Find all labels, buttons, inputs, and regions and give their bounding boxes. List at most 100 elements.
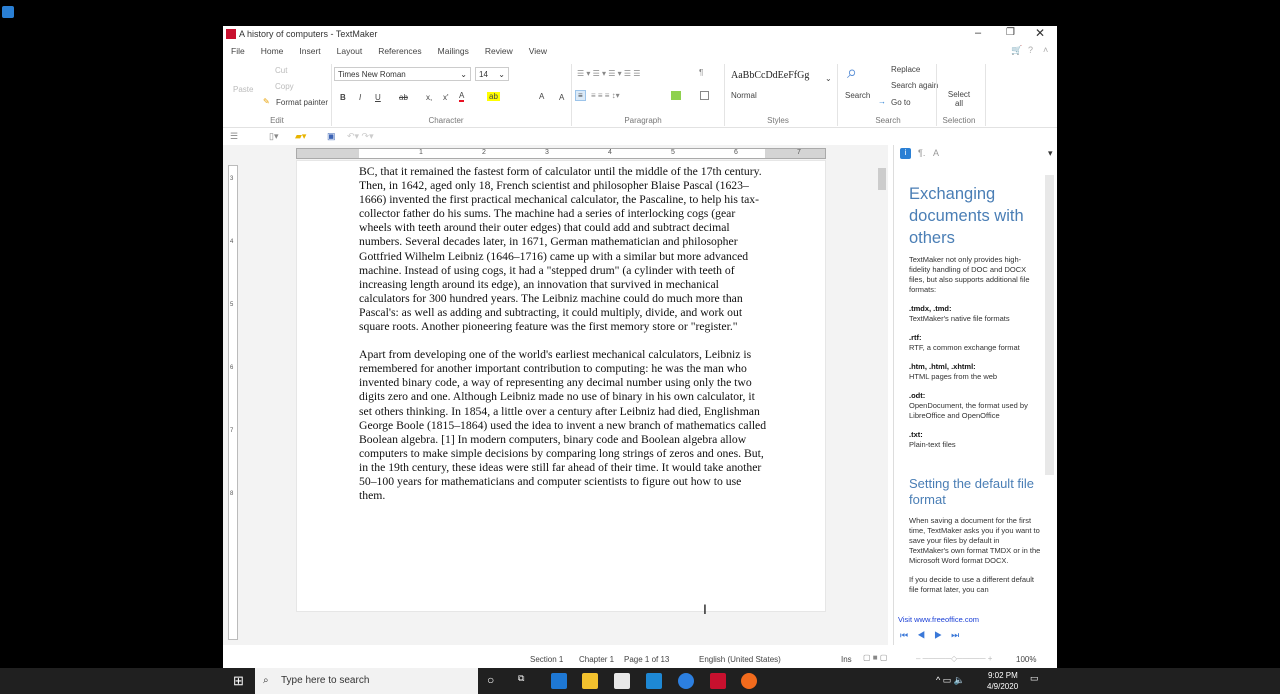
firefox-icon[interactable] bbox=[741, 673, 757, 689]
style-preview[interactable]: AaBbCcDdEeFfGg bbox=[731, 70, 809, 81]
clock-time[interactable]: 9:02 PM bbox=[988, 671, 1018, 680]
paragraph-tab-icon[interactable]: ¶. bbox=[918, 148, 925, 158]
zoom-slider[interactable]: – ─────◇───── + bbox=[916, 654, 992, 663]
search-button[interactable]: Search bbox=[845, 91, 870, 100]
menu-icon[interactable]: ☰ bbox=[230, 131, 238, 142]
prev-page-icon[interactable]: ◀ bbox=[917, 630, 934, 640]
vertical-ruler[interactable]: 3 4 5 6 7 8 bbox=[228, 165, 238, 640]
status-language[interactable]: English (United States) bbox=[699, 655, 781, 664]
menu-references[interactable]: References bbox=[370, 43, 429, 59]
textmaker-taskbar-icon[interactable] bbox=[710, 673, 726, 689]
collapse-ribbon-icon[interactable]: ˄ bbox=[1043, 45, 1048, 55]
styles-expand-icon[interactable]: ⌄ bbox=[825, 74, 832, 83]
bold-button[interactable]: B bbox=[340, 93, 346, 102]
cortana-icon[interactable]: ○ bbox=[487, 673, 494, 687]
style-normal[interactable]: Normal bbox=[731, 91, 757, 100]
view-mode-buttons[interactable]: ▢ ■ ▢ bbox=[863, 653, 887, 662]
panel-heading: Exchanging documents with others bbox=[909, 185, 1024, 247]
document-text[interactable]: BC, that it remained the fastest form of… bbox=[359, 165, 767, 517]
close-button[interactable]: ✕ bbox=[1035, 26, 1045, 40]
document-page[interactable]: BC, that it remained the fastest form of… bbox=[296, 160, 826, 612]
vertical-scrollbar[interactable] bbox=[878, 150, 888, 640]
info-tab-icon[interactable]: i bbox=[900, 148, 911, 159]
search-again-button[interactable]: Search again bbox=[891, 81, 938, 90]
document-area: 1 2 3 4 5 6 7 3 4 5 6 7 8 BC, that it remained the … bbox=[223, 145, 888, 645]
menu-review[interactable]: Review bbox=[477, 43, 521, 59]
shading-button[interactable] bbox=[671, 91, 681, 100]
status-section: Section 1 bbox=[530, 655, 564, 664]
strikethrough-button[interactable]: ab bbox=[399, 93, 408, 102]
font-size-select[interactable]: 14 ⌄ bbox=[475, 67, 509, 81]
undo-icon[interactable]: ↶▾ ↷▾ bbox=[347, 131, 374, 142]
save-icon[interactable]: ▣ bbox=[327, 131, 336, 142]
menu-home[interactable]: Home bbox=[253, 43, 292, 59]
taskbar-search[interactable]: ⌕ Type here to search bbox=[255, 668, 478, 694]
panel-heading-2: Setting the default file format bbox=[909, 476, 1035, 507]
goto-button[interactable]: Go to bbox=[891, 98, 911, 107]
paragraph[interactable]: Apart from developing one of the world's… bbox=[359, 348, 767, 503]
ruler-tick: 6 bbox=[230, 365, 234, 371]
font-color-button[interactable]: A bbox=[459, 91, 465, 102]
format-ext: .tmdx, .tmd: bbox=[909, 304, 952, 313]
freeoffice-link[interactable]: Visit www.freeoffice.com bbox=[898, 615, 979, 624]
menu-layout[interactable]: Layout bbox=[329, 43, 371, 59]
new-document-icon[interactable]: ▯▾ bbox=[269, 131, 278, 142]
superscript-button[interactable]: x' bbox=[443, 93, 449, 102]
format-desc: HTML pages from the web bbox=[909, 372, 998, 381]
panel-scrollbar[interactable] bbox=[1045, 175, 1054, 475]
cart-icon[interactable]: 🛒 bbox=[1011, 45, 1022, 56]
underline-button[interactable]: U bbox=[375, 93, 381, 102]
align-buttons[interactable]: ≡ ≡ ≡ ↕▾ bbox=[591, 91, 620, 100]
menu-mailings[interactable]: Mailings bbox=[430, 43, 477, 59]
grow-font-icon[interactable]: A bbox=[539, 92, 544, 101]
paragraph[interactable]: BC, that it remained the fastest form of… bbox=[359, 165, 767, 334]
store-icon[interactable] bbox=[614, 673, 630, 689]
paste-button[interactable]: Paste bbox=[233, 85, 253, 94]
desktop-app-icon[interactable] bbox=[2, 6, 14, 18]
select-all-button[interactable]: Select all bbox=[947, 90, 971, 108]
panel-text: If you decide to use a different default… bbox=[909, 575, 1034, 594]
replace-button[interactable]: Replace bbox=[891, 65, 920, 74]
mail-icon[interactable] bbox=[646, 673, 662, 689]
search-group-label: Search bbox=[875, 116, 901, 125]
restore-button[interactable]: ❐ bbox=[1006, 27, 1015, 38]
font-select[interactable]: Times New Roman ⌄ bbox=[334, 67, 471, 81]
open-icon[interactable]: ▰▾ bbox=[295, 131, 306, 142]
first-page-icon[interactable]: ⏮ bbox=[900, 630, 917, 640]
textmaker-icon bbox=[226, 29, 236, 39]
subscript-button[interactable]: x, bbox=[426, 93, 432, 102]
clock-date[interactable]: 4/9/2020 bbox=[987, 682, 1018, 691]
italic-button[interactable]: I bbox=[359, 93, 361, 102]
bullets-icon[interactable]: ☰ ▾ ☰ ▾ ☰ ▾ ☰ ☰ bbox=[577, 69, 640, 78]
character-tab-icon[interactable]: A bbox=[933, 148, 939, 158]
menu-file[interactable]: File bbox=[223, 43, 253, 59]
cut-button[interactable]: Cut bbox=[275, 66, 287, 75]
align-left-button[interactable]: ≡ bbox=[575, 90, 586, 101]
last-page-icon[interactable]: ⏭ bbox=[951, 630, 968, 640]
minimize-button[interactable]: – bbox=[975, 27, 981, 39]
teamviewer-icon[interactable] bbox=[678, 673, 694, 689]
next-page-icon[interactable]: ▶ bbox=[934, 630, 951, 640]
zoom-level[interactable]: 100% bbox=[1016, 655, 1036, 664]
start-icon[interactable]: ⊞ bbox=[233, 673, 244, 689]
format-painter-button[interactable]: Format painter bbox=[276, 98, 328, 107]
file-explorer-icon[interactable] bbox=[582, 673, 598, 689]
border-button[interactable] bbox=[700, 91, 709, 100]
format-ext: .rtf: bbox=[909, 333, 922, 342]
horizontal-ruler[interactable]: 1 2 3 4 5 6 7 bbox=[296, 148, 826, 159]
panel-menu-icon[interactable]: ▾ bbox=[1048, 148, 1053, 159]
menu-insert[interactable]: Insert bbox=[291, 43, 328, 59]
status-chapter: Chapter 1 bbox=[579, 655, 615, 664]
help-icon[interactable]: ? bbox=[1028, 45, 1033, 55]
search-icon: ⌕ bbox=[847, 62, 858, 82]
task-view-icon[interactable]: ⧉ bbox=[518, 673, 524, 684]
tray-icons[interactable]: ^ ▭ 🔈 bbox=[936, 675, 965, 686]
status-mode[interactable]: Ins bbox=[841, 655, 852, 664]
menu-view[interactable]: View bbox=[521, 43, 555, 59]
shrink-font-icon[interactable]: A bbox=[559, 93, 564, 102]
edge-icon[interactable] bbox=[551, 673, 567, 689]
notification-icon[interactable]: ▭ bbox=[1030, 673, 1039, 684]
highlight-button[interactable]: ab bbox=[487, 92, 500, 101]
pilcrow-button[interactable]: ¶ bbox=[699, 68, 703, 77]
copy-button[interactable]: Copy bbox=[275, 82, 294, 91]
